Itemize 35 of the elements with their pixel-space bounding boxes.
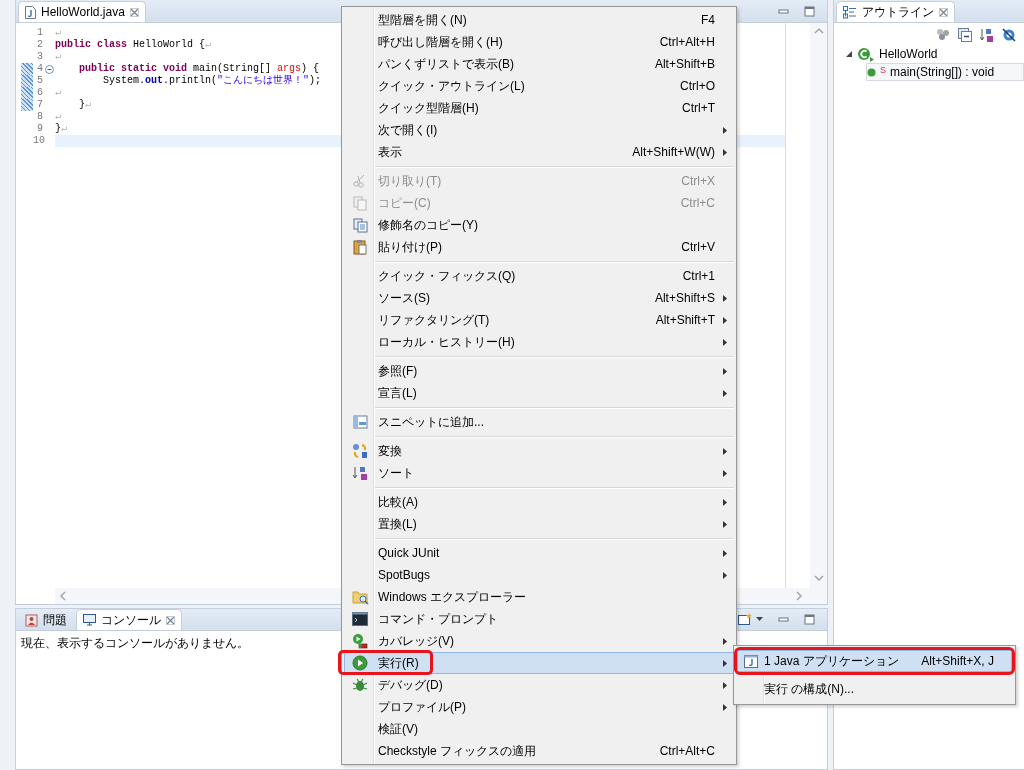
shortcut-text: Ctrl+1: [682, 269, 715, 283]
code-line: ↵: [55, 111, 62, 123]
code-line: }↵: [55, 123, 68, 135]
shortcut-text: Alt+Shift+X, J: [921, 654, 994, 668]
code-line: ↵: [55, 27, 62, 39]
static-marker: S: [880, 65, 886, 75]
shortcut-text: Ctrl+O: [680, 79, 715, 93]
code-line: public class HelloWorld {↵: [55, 39, 212, 51]
line-number: 8: [36, 111, 43, 123]
shortcut-text: Ctrl+T: [682, 101, 715, 115]
console-message: 現在、表示するコンソールがありません。: [21, 635, 249, 652]
shortcut-text: F4: [701, 13, 715, 27]
shortcut-text: Ctrl+V: [681, 240, 715, 254]
line-number: 6: [36, 87, 43, 99]
shortcut-text: Ctrl+X: [681, 174, 715, 188]
code-line: ↵: [55, 87, 62, 99]
line-number: 5: [36, 75, 43, 87]
shortcut-text: Alt+Shift+W(W): [632, 145, 715, 159]
shortcut-text: Ctrl+Alt+C: [659, 744, 715, 758]
code-line: }↵: [78, 99, 92, 111]
line-number: 10: [33, 135, 43, 147]
line-number: 2: [36, 39, 43, 51]
line-number: 3: [36, 51, 43, 63]
line-number: 7: [36, 99, 43, 111]
code-line: System.out.println("こんにちは世界！");: [102, 75, 322, 87]
shortcut-text: Alt+Shift+S: [654, 291, 715, 305]
line-number: 1: [36, 27, 43, 39]
code-line: public static void main(String[] args) {: [78, 63, 320, 75]
shortcut-text: Alt+Shift+B: [654, 57, 715, 71]
shortcut-text: Ctrl+Alt+H: [659, 35, 715, 49]
shortcut-text: Alt+Shift+T: [655, 313, 715, 327]
line-number: 9: [36, 123, 43, 135]
code-line: ↵: [55, 51, 62, 63]
line-number: 4: [36, 63, 43, 75]
shortcut-text: Ctrl+C: [680, 196, 715, 210]
